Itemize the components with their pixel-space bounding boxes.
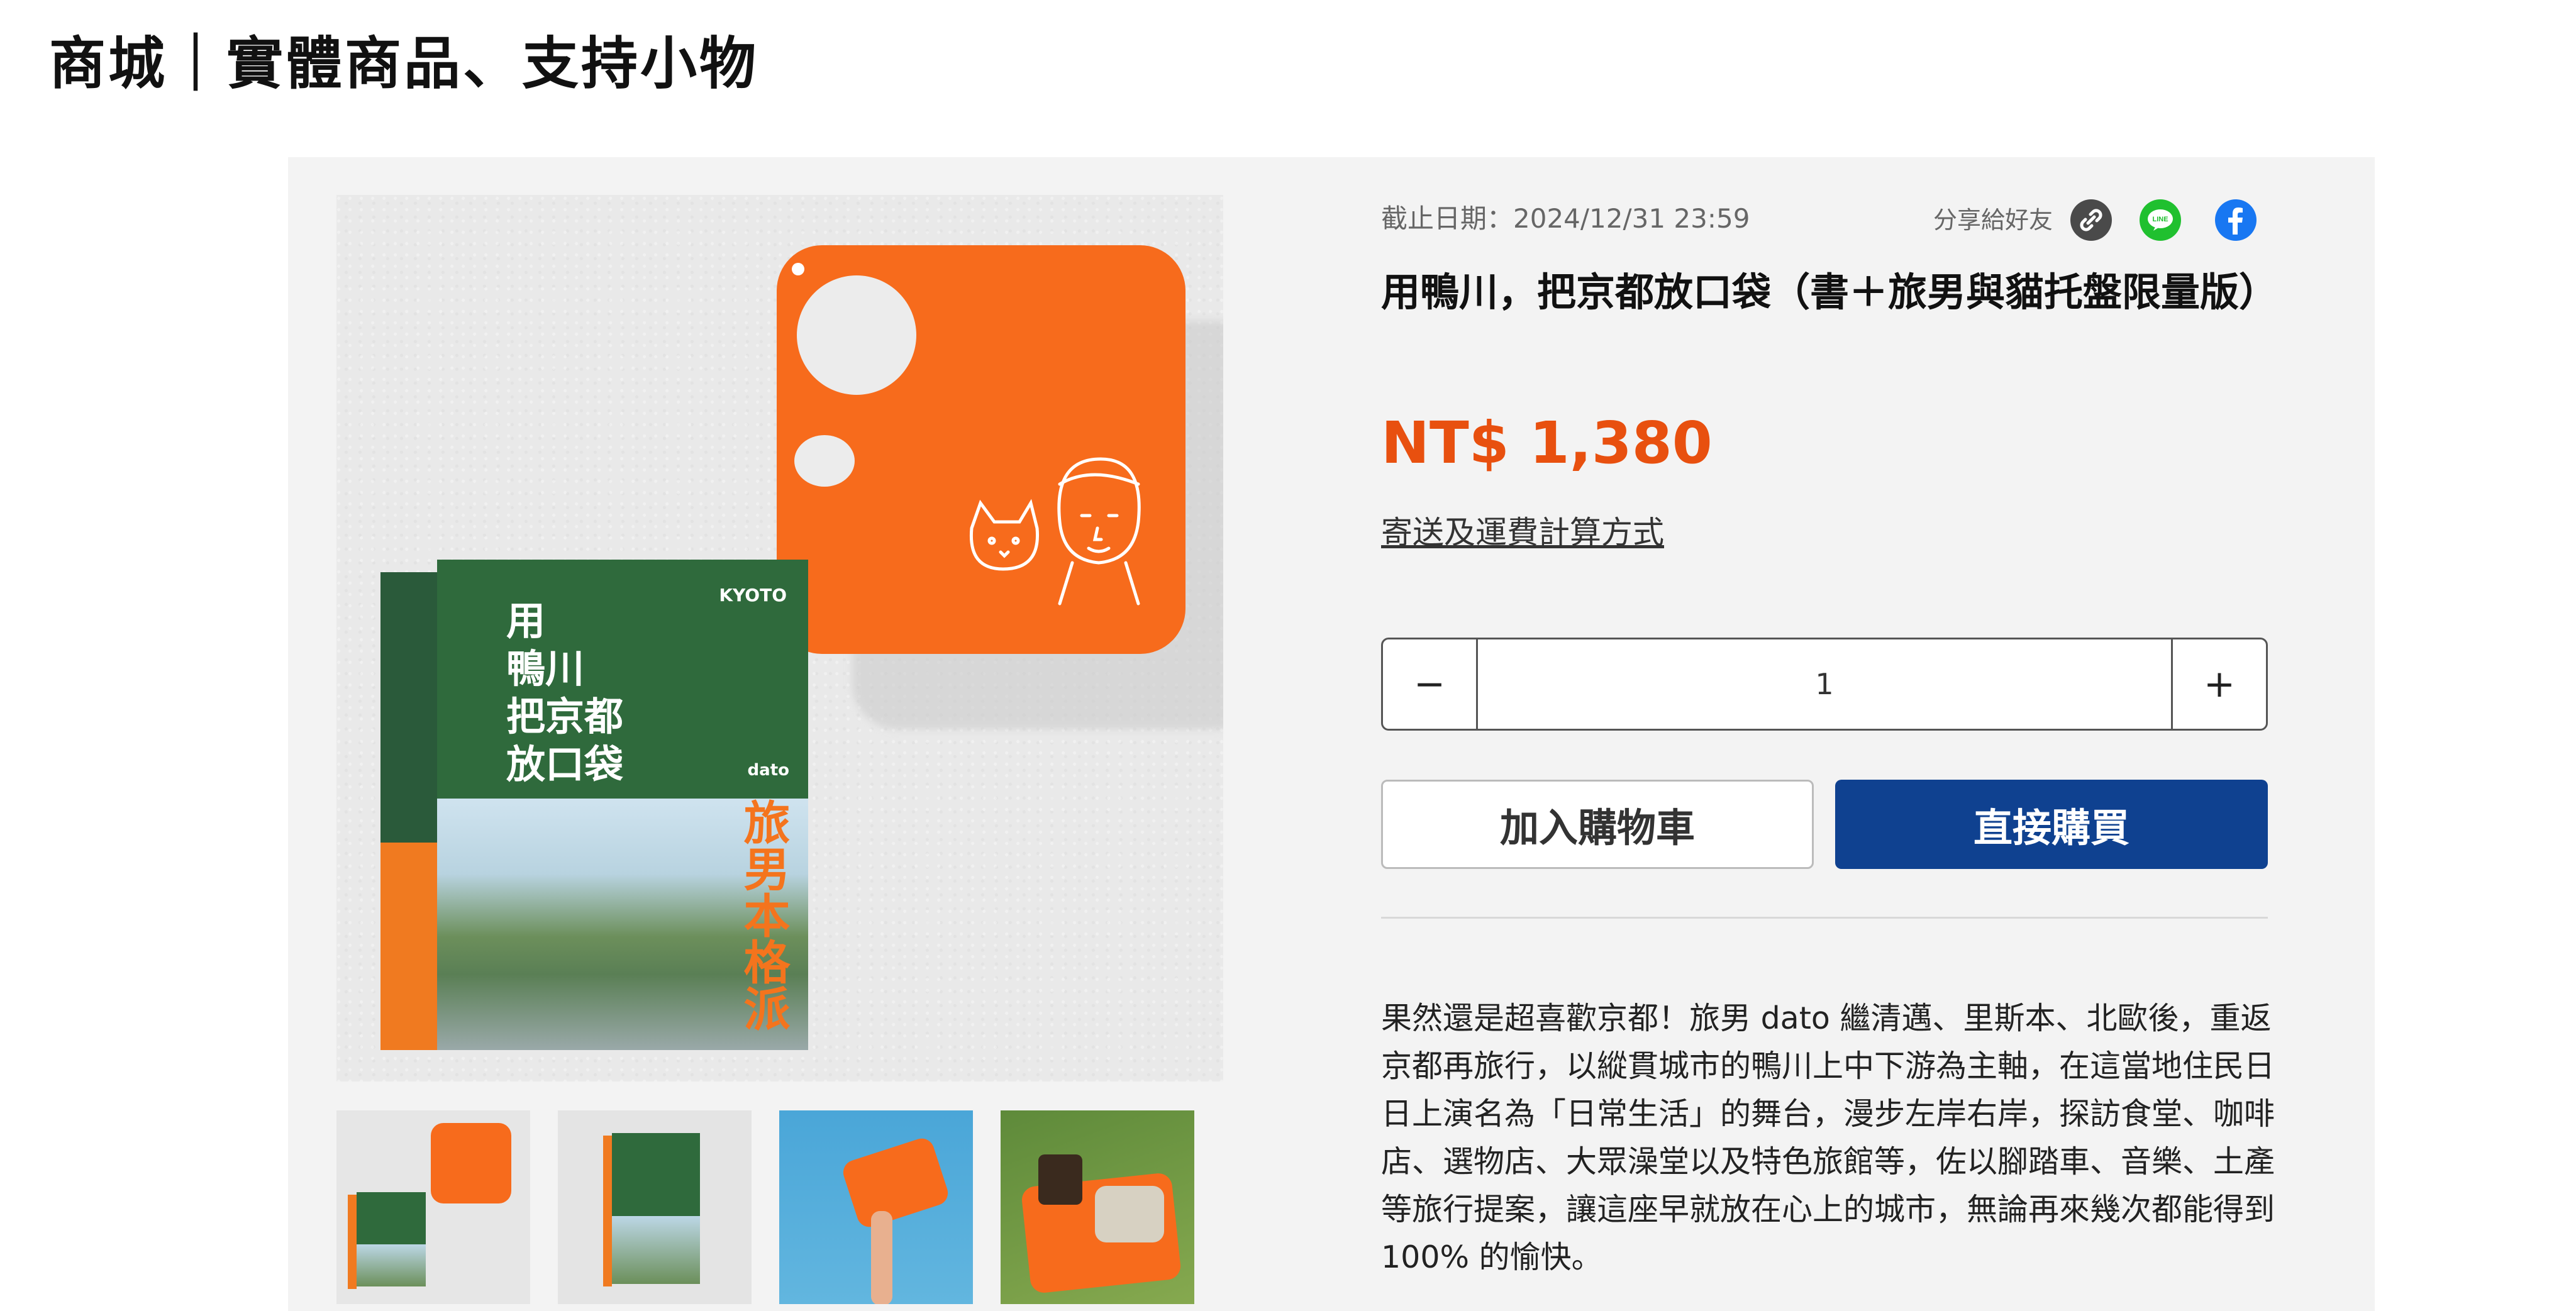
thumbnail-tray-in-sky[interactable] [779, 1110, 973, 1304]
tray-illustration [777, 245, 1185, 654]
book-brand: KYOTO [719, 585, 787, 606]
product-title: 用鴨川，把京都放口袋（書＋旅男與貓托盤限量版） [1381, 269, 2279, 315]
divider [1381, 917, 2268, 919]
share-label: 分享給好友 [1933, 206, 2053, 234]
man-and-cat-drawing-icon [969, 457, 1141, 606]
book-title: 用 鴨川 把京都 放口袋 [506, 598, 624, 787]
thumbnail-book-cover[interactable] [558, 1110, 752, 1304]
tray-hole-small [794, 435, 855, 487]
product-price: NT$ 1,380 [1381, 409, 1713, 477]
quantity-input[interactable]: 1 [1478, 639, 2171, 729]
shipping-info-link[interactable]: 寄送及運費計算方式 [1381, 511, 1664, 555]
page-heading: 商城｜實體商品、支持小物 [49, 31, 758, 97]
book-author: dato [747, 761, 789, 780]
book-spine [380, 572, 437, 1050]
facebook-icon[interactable] [2215, 199, 2257, 241]
thumbnail-book-and-tray[interactable] [336, 1110, 530, 1304]
line-icon[interactable]: LINE [2140, 199, 2181, 241]
deadline-text: 截止日期：2024/12/31 23:59 [1381, 203, 1750, 234]
tray-hole-large [797, 275, 916, 395]
svg-text:LINE: LINE [2152, 216, 2168, 223]
link-icon[interactable] [2070, 199, 2112, 241]
book-cover: KYOTO 用 鴨川 把京都 放口袋 dato 旅男本格派 [437, 560, 808, 1050]
book-orange-title: 旅男本格派 [736, 799, 790, 1031]
add-to-cart-button[interactable]: 加入購物車 [1381, 780, 1814, 869]
buy-now-button[interactable]: 直接購買 [1835, 780, 2268, 869]
quantity-increase-button[interactable]: + [2171, 639, 2266, 729]
quantity-stepper: − 1 + [1381, 638, 2268, 731]
page: 商城｜實體商品、支持小物 KYOTO 用 鴨川 把京都 放口袋 dato 旅男本… [0, 0, 2576, 1311]
quantity-decrease-button[interactable]: − [1383, 639, 1478, 729]
book-illustration: KYOTO 用 鴨川 把京都 放口袋 dato 旅男本格派 [380, 560, 808, 1050]
product-description: 果然還是超喜歡京都！旅男 dato 繼清邁、里斯本、北歐後，重返京都再旅行，以縱… [1381, 1000, 2275, 1275]
thumbnail-tray-on-grass[interactable] [1001, 1110, 1194, 1304]
main-product-image[interactable]: KYOTO 用 鴨川 把京都 放口袋 dato 旅男本格派 [336, 195, 1223, 1081]
tray-pin [792, 263, 804, 275]
